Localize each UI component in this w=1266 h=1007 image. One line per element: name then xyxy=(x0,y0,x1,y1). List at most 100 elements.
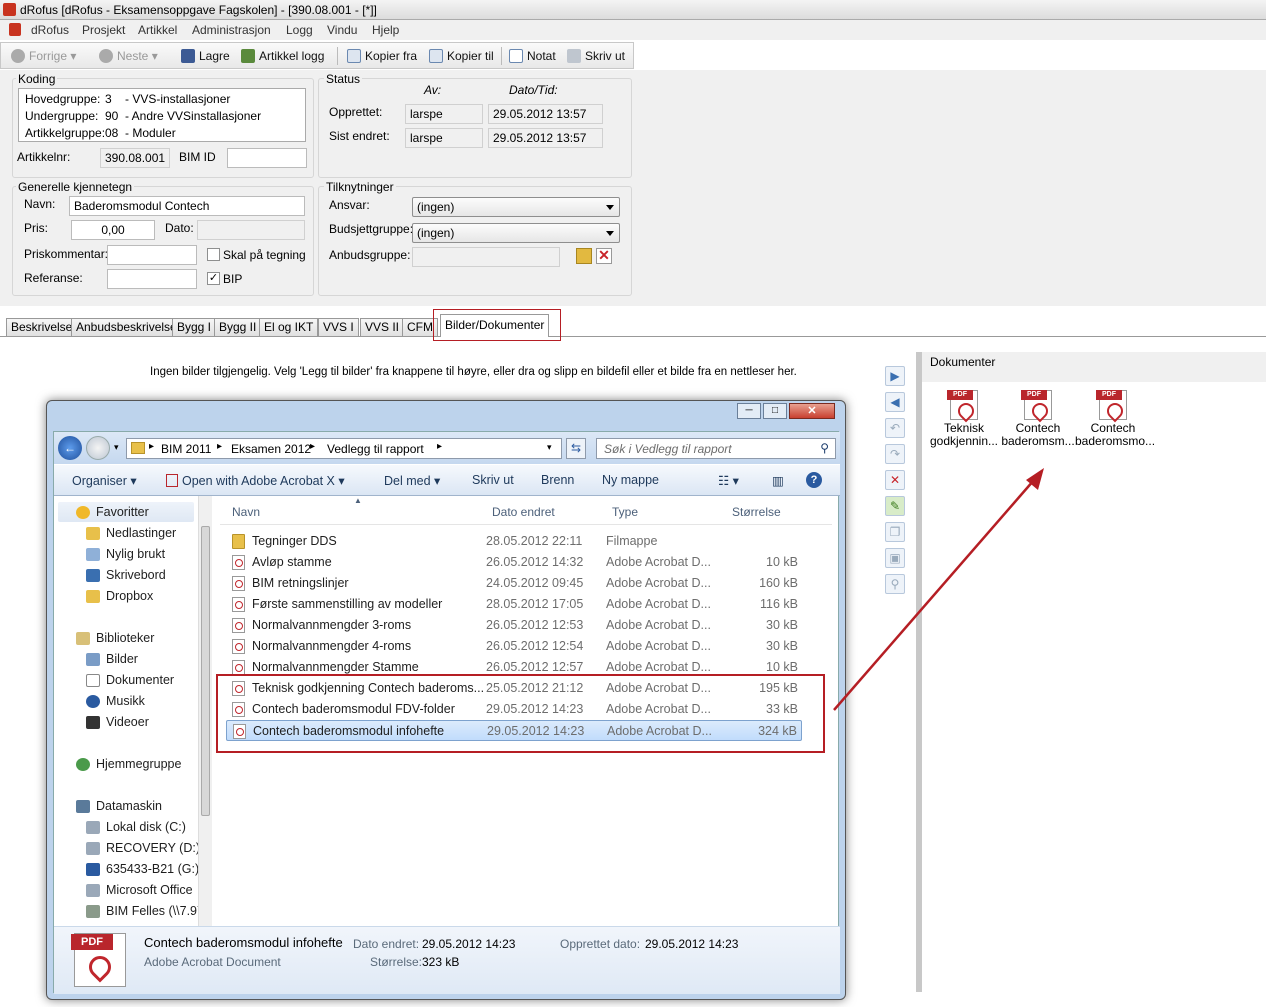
search-box[interactable]: Søk i Vedlegg til rapport ⚲ xyxy=(596,438,836,459)
nav-favorites[interactable]: Favoritter xyxy=(76,505,149,519)
menu-administrasjon[interactable]: Administrasjon xyxy=(192,20,271,40)
no-images-message: Ingen bilder tilgjengelig. Velg 'Legg ti… xyxy=(150,366,797,378)
breadcrumb-item[interactable]: BIM 2011 xyxy=(161,442,211,456)
price-input[interactable]: 0,00 xyxy=(71,220,155,240)
nav-computer[interactable]: Datamaskin xyxy=(76,799,162,813)
file-row[interactable]: Avløp stamme 26.05.2012 14:32 Adobe Acroba… xyxy=(226,552,802,573)
bip-checkbox[interactable]: ✓ xyxy=(207,272,220,285)
new-folder-button[interactable]: Ny mappe xyxy=(602,473,659,487)
nav-disk-c[interactable]: Lokal disk (C:) xyxy=(86,820,186,834)
tab-vvs-1[interactable]: VVS I xyxy=(318,318,359,336)
menu-logg[interactable]: Logg xyxy=(286,20,313,40)
nav-scrollbar[interactable] xyxy=(198,496,212,926)
document-item[interactable]: Contech baderomsm... xyxy=(1000,388,1076,450)
column-type[interactable]: Type xyxy=(612,505,638,519)
file-name: Avløp stamme xyxy=(252,555,332,569)
tab-bygg-1[interactable]: Bygg I xyxy=(172,318,217,336)
back-icon[interactable]: ← xyxy=(58,436,82,460)
date-input[interactable] xyxy=(197,220,305,240)
command-bar: Organiser ▾ Open with Adobe Acrobat X ▾ … xyxy=(54,464,840,496)
prev-button[interactable]: Forrige ▾ xyxy=(11,47,76,65)
nav-downloads[interactable]: Nedlastinger xyxy=(86,526,176,540)
tab-el-ikt[interactable]: El og IKT xyxy=(259,318,319,336)
price-comment-input[interactable] xyxy=(107,245,197,265)
menu-hjelp[interactable]: Hjelp xyxy=(372,20,399,40)
copy-from-button[interactable]: Kopier fra xyxy=(347,47,417,65)
file-row[interactable]: Normalvannmengder 4-roms 26.05.2012 12:54… xyxy=(226,636,802,657)
name-input[interactable]: Baderomsmodul Contech xyxy=(69,196,305,216)
close-button[interactable]: ✕ xyxy=(789,403,835,419)
article-log-button[interactable]: Artikkel logg xyxy=(241,47,324,65)
file-row[interactable]: Første sammenstilling av modeller 28.05.2… xyxy=(226,594,802,615)
scroll-thumb[interactable] xyxy=(201,526,210,816)
search-icon[interactable]: ⚲ xyxy=(820,441,829,455)
nav-libraries[interactable]: Biblioteker xyxy=(76,631,154,645)
nav-desktop[interactable]: Skrivebord xyxy=(86,568,166,582)
note-button[interactable]: Notat xyxy=(509,47,556,65)
nav-documents[interactable]: Dokumenter xyxy=(86,673,174,687)
next-button[interactable]: Neste ▾ xyxy=(99,47,158,65)
remove-image-button[interactable]: ◀ xyxy=(885,392,905,412)
address-dropdown-icon[interactable]: ▾ xyxy=(547,442,552,453)
menu-prosjekt[interactable]: Prosjekt xyxy=(82,20,125,40)
bim-id-input[interactable] xyxy=(227,148,307,168)
column-date[interactable]: Dato endret xyxy=(492,505,555,519)
nav-pictures[interactable]: Bilder xyxy=(86,652,138,666)
tab-bygg-2[interactable]: Bygg II xyxy=(214,318,262,336)
show-on-drawing-checkbox[interactable] xyxy=(207,248,220,261)
menu-drofus[interactable]: dRofus xyxy=(31,20,69,40)
ansvar-select[interactable]: (ingen) xyxy=(412,197,620,217)
clear-icon[interactable]: ✕ xyxy=(596,248,612,264)
breadcrumb-item[interactable]: Eksamen 2012 xyxy=(231,442,311,456)
tab-vvs-2[interactable]: VVS II xyxy=(360,318,405,336)
folder-icon[interactable] xyxy=(576,248,592,264)
reference-input[interactable] xyxy=(107,269,197,289)
column-size[interactable]: Størrelse xyxy=(732,505,781,519)
nav-recovery[interactable]: RECOVERY (D:) xyxy=(86,841,200,855)
document-item[interactable]: Teknisk godkjennin... xyxy=(926,388,1002,450)
tab-anbudsbeskrivelse[interactable]: Anbudsbeskrivelse xyxy=(71,318,182,336)
nav-homegroup[interactable]: Hjemmegruppe xyxy=(76,757,181,771)
folder-row[interactable]: Tegninger DDS 28.05.2012 22:11 Filmappe xyxy=(226,531,802,552)
share-button[interactable]: Del med ▾ xyxy=(384,473,440,488)
file-row[interactable]: Normalvannmengder 3-roms 26.05.2012 12:53… xyxy=(226,615,802,636)
organize-button[interactable]: Organiser ▾ xyxy=(72,473,137,488)
address-bar[interactable]: ▸ BIM 2011 ▸ Eksamen 2012 ▸ Vedlegg til … xyxy=(126,438,562,459)
budget-select[interactable]: (ingen) xyxy=(412,223,620,243)
save-button[interactable]: Lagre xyxy=(181,47,230,65)
pdf-icon xyxy=(232,639,245,654)
burn-button[interactable]: Brenn xyxy=(541,473,574,487)
nav-music[interactable]: Musikk xyxy=(86,694,145,708)
minimize-button[interactable]: ─ xyxy=(737,403,761,419)
nav-videos[interactable]: Videoer xyxy=(86,715,149,729)
nav-recent[interactable]: Nylig brukt xyxy=(86,547,165,561)
rotate-left-icon[interactable]: ↶ xyxy=(885,418,905,438)
menu-artikkel[interactable]: Artikkel xyxy=(138,20,177,40)
print-button[interactable]: Skriv ut xyxy=(472,473,514,487)
preview-pane-icon[interactable]: ▥ xyxy=(772,473,784,488)
menu-vindu[interactable]: Vindu xyxy=(327,20,357,40)
refresh-icon[interactable]: ⇆ xyxy=(566,438,586,459)
nav-dropbox[interactable]: Dropbox xyxy=(86,589,153,603)
view-options-icon[interactable]: ☷ ▾ xyxy=(718,473,739,488)
help-icon[interactable]: ? xyxy=(806,472,822,488)
maximize-button[interactable]: □ xyxy=(763,403,787,419)
nav-office[interactable]: Microsoft Office xyxy=(86,883,193,897)
koding-label: Undergruppe: xyxy=(25,109,99,123)
tab-beskrivelse[interactable]: Beskrivelse xyxy=(6,318,78,336)
document-item[interactable]: Contech baderomsmo... xyxy=(1075,388,1155,450)
copy-to-button[interactable]: Kopier til xyxy=(429,47,494,65)
nav-bim-felles[interactable]: BIM Felles (\\7.97 xyxy=(86,904,204,918)
open-with-button[interactable]: Open with Adobe Acrobat X ▾ xyxy=(166,473,345,488)
app-menu-icon[interactable] xyxy=(9,23,21,36)
add-image-button[interactable]: ▶ xyxy=(885,366,905,386)
file-size: 30 kB xyxy=(766,618,798,632)
forward-icon[interactable] xyxy=(86,436,110,460)
history-dropdown-icon[interactable]: ▾ xyxy=(114,442,119,453)
file-row[interactable]: BIM retningslinjer 24.05.2012 09:45 Adobe … xyxy=(226,573,802,594)
print-button[interactable]: Skriv ut xyxy=(567,47,625,65)
artikkelnr-label: Artikkelnr: xyxy=(17,150,71,164)
nav-g-drive[interactable]: 635433-B21 (G:) xyxy=(86,862,199,876)
breadcrumb-item[interactable]: Vedlegg til rapport xyxy=(327,442,424,456)
column-name[interactable]: Navn xyxy=(232,505,260,519)
